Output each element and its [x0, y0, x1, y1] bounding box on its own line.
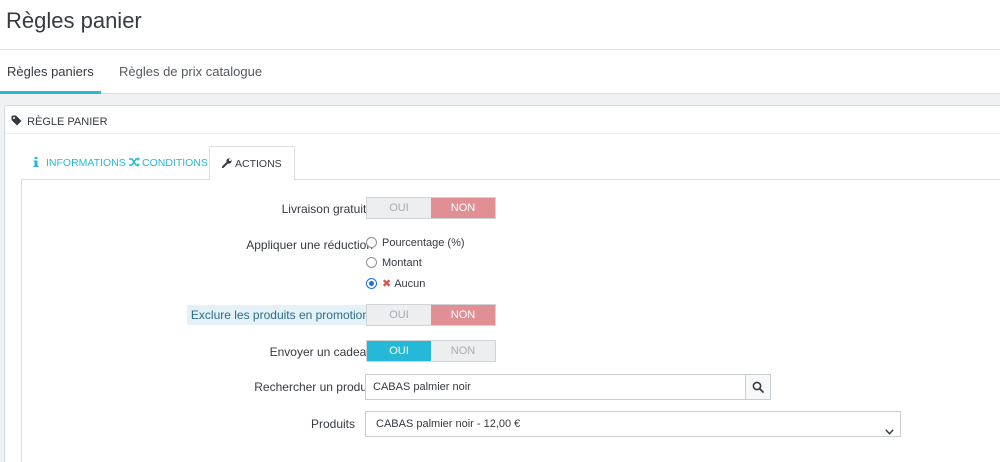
send-gift-label: Envoyer un cadeau: [269, 345, 373, 359]
products-selected-value: CABAS palmier noir - 12,00 €: [376, 418, 521, 430]
radio-none[interactable]: [366, 278, 377, 289]
info-icon: [33, 147, 43, 167]
tab-cart-rules[interactable]: Règles paniers: [0, 50, 101, 94]
panel-heading: Règle panier: [5, 106, 1000, 134]
exclude-promo-label: Exclure les produits en promotion: [186, 305, 373, 325]
discount-option-amount[interactable]: Montant: [366, 257, 422, 269]
tab-catalog-price-rules[interactable]: Règles de prix catalogue: [112, 50, 269, 94]
cart-rule-panel: Règle panier Informations Conditions Act…: [4, 105, 1000, 462]
exclude-promo-switch[interactable]: OUI NON: [366, 304, 496, 326]
free-shipping-yes[interactable]: OUI: [367, 198, 431, 218]
discount-option-none[interactable]: ✖ Aucun: [366, 277, 425, 290]
free-shipping-switch[interactable]: OUI NON: [366, 197, 496, 219]
products-label: Produits: [310, 417, 355, 431]
chevron-down-icon: [885, 420, 894, 444]
radio-amount[interactable]: [366, 257, 377, 268]
page-title: Règles panier: [6, 8, 142, 33]
exclude-promo-yes[interactable]: OUI: [367, 305, 431, 325]
shuffle-icon: [129, 147, 140, 167]
search-product-label: Rechercher un produit: [254, 380, 373, 394]
send-gift-switch[interactable]: OUI NON: [366, 340, 496, 362]
send-gift-no[interactable]: NON: [431, 341, 495, 361]
exclude-promo-no[interactable]: NON: [431, 305, 495, 325]
page-header: Règles panier: [0, 0, 1000, 50]
rule-tab-bar: Informations Conditions Actions: [21, 146, 1000, 181]
free-shipping-no[interactable]: NON: [431, 198, 495, 218]
top-tab-bar: Règles paniers Règles de prix catalogue: [0, 50, 1000, 94]
products-select[interactable]: CABAS palmier noir - 12,00 €: [365, 411, 901, 437]
free-shipping-label: Livraison gratuite: [281, 202, 373, 216]
wrench-icon: [222, 148, 232, 168]
send-gift-yes[interactable]: OUI: [367, 341, 431, 361]
tab-conditions[interactable]: Conditions: [117, 146, 220, 180]
panel-heading-label: Règle panier: [27, 116, 108, 128]
radio-percent[interactable]: [366, 237, 377, 248]
discount-option-percent[interactable]: Pourcentage (%): [366, 237, 465, 249]
search-product-input[interactable]: [365, 374, 745, 400]
apply-discount-label: Appliquer une réduction: [246, 238, 373, 252]
search-button[interactable]: [745, 374, 771, 400]
tab-actions[interactable]: Actions: [209, 146, 295, 181]
tag-icon: [11, 115, 22, 126]
close-icon: ✖: [382, 278, 392, 290]
